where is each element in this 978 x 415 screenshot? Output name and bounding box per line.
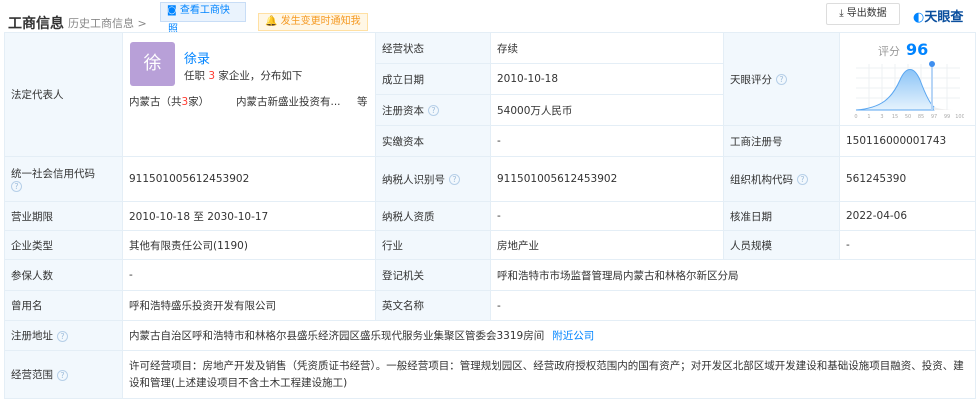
help-icon[interactable]: ? xyxy=(428,105,439,116)
taxq-value: - xyxy=(490,201,724,231)
founded-value: 2010-10-18 xyxy=(490,63,724,95)
label: 行业 xyxy=(375,230,491,260)
rep-label: 法定代表人 xyxy=(4,32,123,157)
label: 营业期限 xyxy=(4,201,123,231)
credit-value: 911501005612453902 xyxy=(122,156,376,202)
history-link[interactable]: 历史工商信息 > xyxy=(68,15,147,31)
label: 组织机构代码? xyxy=(723,156,840,202)
label: 曾用名 xyxy=(4,290,123,321)
logo: ◐天眼查 xyxy=(913,10,964,25)
industry-value: 房地产业 xyxy=(490,230,724,260)
score-title: 评分 96 xyxy=(878,40,929,59)
score-label: 天眼评分? xyxy=(723,32,840,126)
score-distribution-chart: 0 1 3 15 50 85 97 99 100 xyxy=(854,61,964,120)
help-icon[interactable]: ? xyxy=(11,181,22,192)
help-icon[interactable]: ? xyxy=(449,174,460,185)
label: 参保人数 xyxy=(4,259,123,291)
staff-value: - xyxy=(839,230,976,260)
axis-tick-label: 15 xyxy=(892,114,898,120)
section-header: 工商信息 历史工商信息 > ◙ 查看工商快 照 🔔 发生变更时通知我 ⤓ 导出数… xyxy=(8,2,976,35)
score-marker-pin xyxy=(929,61,935,67)
help-icon[interactable]: ? xyxy=(57,369,68,381)
rep-company-link[interactable]: 内蒙古新盛业投资有... xyxy=(236,94,341,109)
term-value: 2010-10-18 至 2030-10-17 xyxy=(122,201,376,231)
snapshot-button[interactable]: ◙ 查看工商快 xyxy=(160,2,246,22)
axis-tick-label: 1 xyxy=(867,114,870,120)
label: 纳税人资质 xyxy=(375,201,491,231)
label: 人员规模 xyxy=(723,230,840,260)
rep-info: 任职 3 家企业，分布如下 xyxy=(184,70,303,82)
rep-more[interactable]: 等 xyxy=(357,94,368,109)
former-name-value: 呼和浩特盛乐投资开发有限公司 xyxy=(122,290,376,321)
capital-value: 54000万人民币 xyxy=(490,94,724,126)
help-icon[interactable]: ? xyxy=(57,330,68,342)
label: 纳税人识别号? xyxy=(375,156,491,202)
axis-tick-label: 0 xyxy=(854,114,857,120)
label: 企业类型 xyxy=(4,230,123,260)
scope-value: 许可经营项目：房地产开发及销售（凭资质证书经营）。一般经营项目：管理规划园区、经… xyxy=(122,350,976,399)
type-value: 其他有限责任公司(1190) xyxy=(122,230,376,260)
export-button[interactable]: ⤓ 导出数据 xyxy=(826,3,900,25)
bell-icon: 🔔 xyxy=(265,16,278,27)
english-name-value: - xyxy=(490,290,976,321)
label: 英文名称 xyxy=(375,290,491,321)
label: 工商注册号 xyxy=(723,125,840,157)
nearby-link[interactable]: 附近公司 xyxy=(552,330,594,342)
org-value: 561245390 xyxy=(839,156,976,202)
help-icon[interactable]: ? xyxy=(797,174,808,185)
axis-tick-label: 3 xyxy=(880,114,883,120)
address-value: 内蒙古自治区呼和浩特市和林格尔县盛乐经济园区盛乐现代服务业集聚区管委会3319房… xyxy=(122,320,976,351)
label: 统一社会信用代码? xyxy=(4,156,123,202)
camera-icon: ◙ xyxy=(167,5,180,16)
label: 成立日期 xyxy=(375,63,491,95)
label: 核准日期 xyxy=(723,201,840,231)
section-title: 工商信息 xyxy=(8,16,64,32)
avatar: 徐 xyxy=(130,42,175,86)
approve-value: 2022-04-06 xyxy=(839,201,976,231)
authority-value: 呼和浩特市市场监督管理局内蒙古和林格尔新区分局 xyxy=(490,259,976,291)
download-icon: ⤓ xyxy=(839,8,847,19)
label: 注册地址? xyxy=(4,320,123,351)
business-info-table: 法定代表人 经营状态 存续 天眼评分? 成立日期 2010-10-18 注册资本… xyxy=(4,32,976,399)
rep-name-link[interactable]: 徐录 xyxy=(184,48,210,67)
score-value: 96 xyxy=(906,40,929,59)
axis-tick-label: 100 xyxy=(955,114,964,120)
label: 注册资本? xyxy=(375,94,491,126)
axis-tick-label: 50 xyxy=(905,114,911,120)
paid-value: - xyxy=(490,125,724,157)
rep-region[interactable]: 内蒙古（共3家） xyxy=(129,94,209,109)
notify-button[interactable]: 🔔 发生变更时通知我 xyxy=(258,13,368,31)
label: 实缴资本 xyxy=(375,125,491,157)
taxid-value: 911501005612453902 xyxy=(490,156,724,202)
regno-value: 150116000001743 xyxy=(839,125,976,157)
label: 经营状态 xyxy=(375,32,491,64)
label: 登记机关 xyxy=(375,259,491,291)
status-value: 存续 xyxy=(490,32,724,64)
help-icon[interactable]: ? xyxy=(776,74,787,85)
axis-tick-label: 99 xyxy=(944,114,950,120)
axis-tick-label: 85 xyxy=(918,114,924,120)
insured-value: - xyxy=(122,259,376,291)
label: 经营范围? xyxy=(4,350,123,399)
axis-tick-label: 97 xyxy=(931,114,937,120)
